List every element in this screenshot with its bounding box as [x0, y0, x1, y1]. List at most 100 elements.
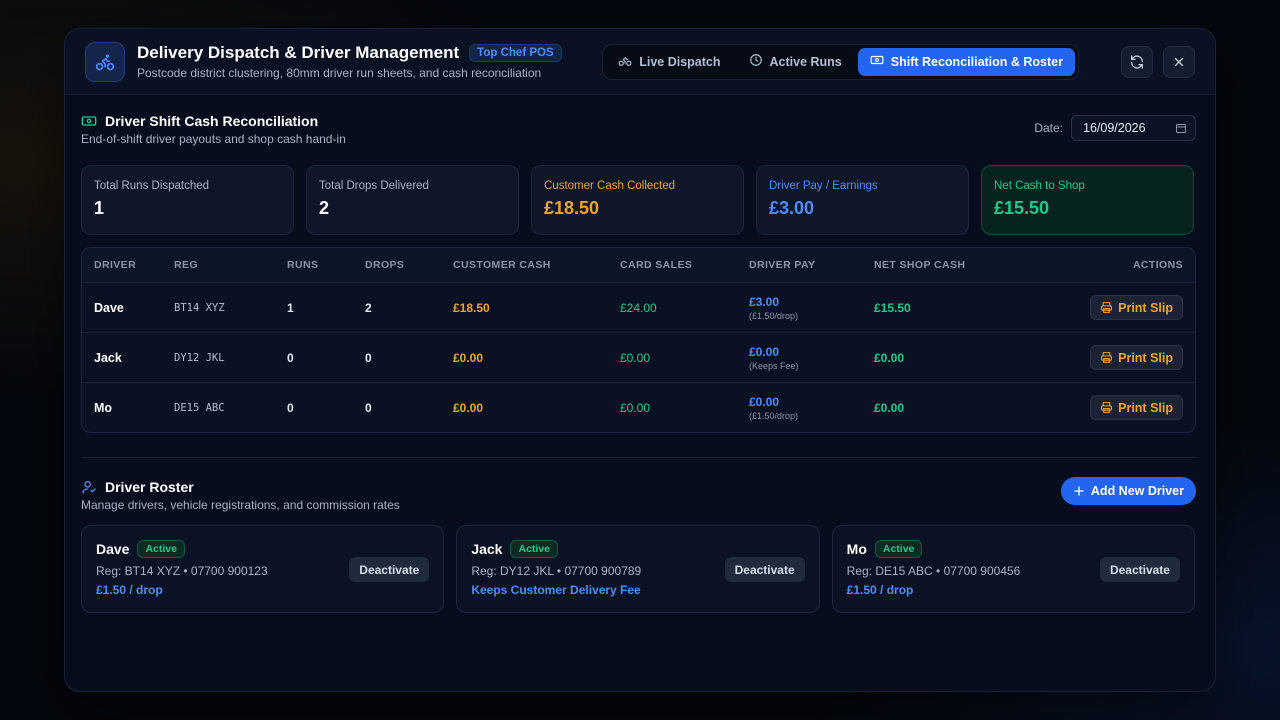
driver-pay: £3.00 (£1.50/drop)	[749, 295, 874, 321]
refresh-icon	[1131, 54, 1143, 69]
table-row: Dave BT14 XYZ 1 2 £18.50 £24.00 £3.00 (£…	[82, 282, 1195, 332]
reconciliation-header: Driver Shift Cash Reconciliation End-of-…	[81, 113, 1196, 146]
deactivate-button[interactable]: Deactivate	[1099, 557, 1180, 582]
user-icon	[81, 479, 97, 495]
card-sales: £24.00	[620, 300, 657, 315]
stat-value: 2	[319, 198, 330, 218]
title-block: Delivery Dispatch & Driver Management To…	[137, 43, 562, 80]
stat-net-cash: Net Cash to Shop £15.50	[981, 165, 1194, 235]
tab-label: Active Runs	[769, 54, 842, 69]
tab-live-dispatch[interactable]: Live Dispatch	[606, 48, 732, 76]
printer-icon	[1101, 352, 1113, 363]
customer-cash: £0.00	[453, 350, 484, 365]
customer-cash: £18.50	[453, 300, 490, 315]
driver-name: Mo	[94, 400, 113, 415]
runs-count: 0	[287, 400, 294, 415]
print-slip-button[interactable]: Print Slip	[1090, 395, 1183, 420]
app-title: Delivery Dispatch & Driver Management	[137, 43, 460, 62]
tab-active-runs[interactable]: Active Runs	[737, 48, 854, 76]
printer-icon	[1101, 402, 1113, 413]
row-actions: Print Slip	[1024, 295, 1195, 320]
section-divider	[81, 457, 1196, 458]
card-sales: £0.00	[620, 350, 651, 365]
driver-card-info: Reg: BT14 XYZ • 07700 900123	[96, 564, 268, 578]
tab-shift-reconciliation[interactable]: Shift Reconciliation & Roster	[857, 47, 1075, 76]
print-slip-label: Print Slip	[1118, 350, 1173, 365]
clock-icon	[749, 53, 763, 70]
drops-count: 2	[365, 300, 372, 315]
refresh-button[interactable]	[1121, 45, 1153, 78]
stat-customer-cash: Customer Cash Collected £18.50	[531, 165, 744, 235]
stat-total-runs: Total Runs Dispatched 1	[81, 165, 294, 235]
date-input[interactable]: 16/09/2026	[1071, 115, 1196, 141]
reconciliation-subtitle: End-of-shift driver payouts and shop cas…	[81, 132, 346, 146]
add-driver-label: Add New Driver	[1090, 484, 1184, 498]
driver-name: Dave	[94, 300, 124, 315]
driver-card-name: Jack	[471, 541, 503, 557]
close-button[interactable]	[1163, 45, 1195, 78]
column-header: DROPS	[365, 259, 405, 271]
driver-pay-value: £3.00	[749, 294, 780, 309]
driver-pay-note: (Keeps Fee)	[749, 360, 799, 371]
column-header: DRIVER PAY	[749, 259, 816, 271]
close-icon	[1174, 57, 1184, 66]
calendar-icon[interactable]	[1175, 122, 1187, 134]
net-shop-cash: £15.50	[874, 300, 911, 315]
status-badge: Active	[510, 540, 558, 558]
date-value: 16/09/2026	[1083, 121, 1146, 135]
row-actions: Print Slip	[1024, 345, 1195, 370]
column-header: CUSTOMER CASH	[453, 259, 551, 271]
driver-card-rate: £1.50 / drop	[846, 583, 914, 597]
column-header: REG	[174, 259, 198, 271]
status-badge: Active	[874, 540, 923, 558]
customer-cash: £0.00	[453, 400, 484, 415]
net-shop-cash: £0.00	[874, 400, 905, 415]
deactivate-button[interactable]: Deactivate	[349, 557, 430, 582]
table-row: Mo DE15 ABC 0 0 £0.00 £0.00 £0.00 (£1.50…	[82, 382, 1195, 432]
stat-value: £15.50	[994, 198, 1050, 218]
printer-icon	[1101, 302, 1113, 313]
driver-card-rate: Keeps Customer Delivery Fee	[471, 583, 641, 597]
vehicle-reg: DE15 ABC	[174, 401, 225, 414]
reconciliation-title: Driver Shift Cash Reconciliation	[105, 113, 319, 129]
deactivate-button[interactable]: Deactivate	[724, 557, 805, 582]
driver-card: Dave Active Reg: BT14 XYZ • 07700 900123…	[81, 525, 445, 613]
driver-card: Jack Active Reg: DY12 JKL • 07700 900789…	[456, 525, 820, 613]
stat-label: Total Drops Delivered	[319, 180, 429, 192]
drops-count: 0	[365, 400, 372, 415]
roster-header: Driver Roster Manage drivers, vehicle re…	[81, 477, 1196, 512]
stat-total-drops: Total Drops Delivered 2	[306, 165, 519, 235]
stat-label: Driver Pay / Earnings	[769, 180, 878, 192]
stat-label: Net Cash to Shop	[994, 180, 1085, 192]
runs-count: 1	[287, 300, 294, 315]
pos-badge: Top Chef POS	[469, 44, 562, 62]
print-slip-button[interactable]: Print Slip	[1090, 295, 1183, 320]
stat-label: Customer Cash Collected	[544, 180, 676, 192]
stat-value: £18.50	[544, 198, 600, 218]
roster-subtitle: Manage drivers, vehicle registrations, a…	[81, 498, 400, 512]
modal-header: Delivery Dispatch & Driver Management To…	[65, 29, 1215, 95]
print-slip-label: Print Slip	[1118, 300, 1173, 315]
table-row: Jack DY12 JKL 0 0 £0.00 £0.00 £0.00 (Kee…	[82, 332, 1195, 382]
driver-pay-value: £0.00	[749, 344, 780, 359]
plus-icon	[1073, 485, 1085, 497]
driver-card: Mo Active Reg: DE15 ABC • 07700 900456 £…	[831, 525, 1195, 613]
app-subtitle: Postcode district clustering, 80mm drive…	[137, 66, 542, 80]
table-header: DRIVER REG RUNS DROPS CUSTOMER CASH CARD…	[82, 248, 1195, 282]
stat-label: Total Runs Dispatched	[94, 180, 210, 192]
column-header: CARD SALES	[620, 259, 693, 271]
stat-driver-pay: Driver Pay / Earnings £3.00	[756, 165, 969, 235]
tab-label: Live Dispatch	[639, 54, 721, 69]
driver-pay-note: (£1.50/drop)	[749, 310, 799, 321]
driver-cards: Dave Active Reg: BT14 XYZ • 07700 900123…	[81, 525, 1195, 613]
print-slip-button[interactable]: Print Slip	[1090, 345, 1183, 370]
dispatch-modal: Delivery Dispatch & Driver Management To…	[64, 28, 1216, 692]
driver-pay-note: (£1.50/drop)	[749, 410, 799, 421]
roster-title: Driver Roster	[105, 479, 194, 495]
bike-icon	[618, 53, 632, 70]
driver-name: Jack	[94, 350, 122, 365]
date-picker: Date: 16/09/2026	[1034, 115, 1196, 141]
add-driver-button[interactable]: Add New Driver	[1060, 477, 1196, 505]
stat-value: 1	[94, 198, 105, 218]
net-shop-cash: £0.00	[874, 350, 905, 365]
